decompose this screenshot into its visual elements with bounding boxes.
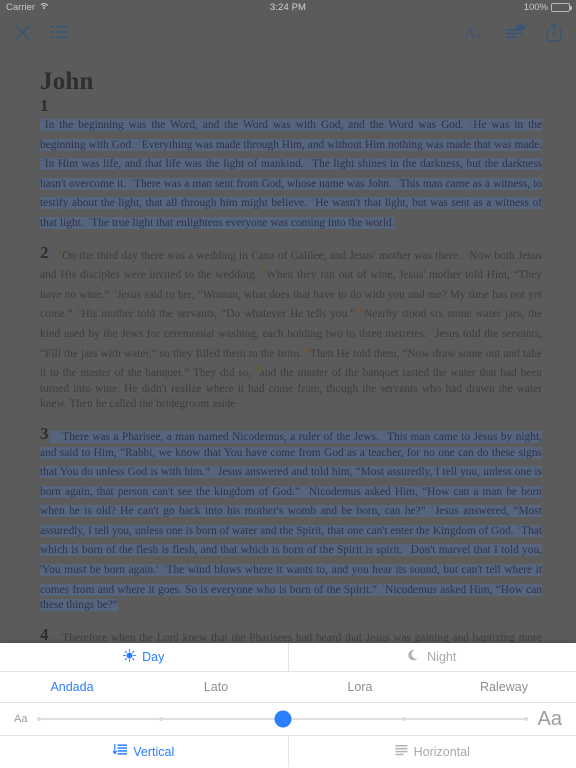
- slider-tick: [37, 717, 42, 721]
- verse-text: On the third day there was a wedding in …: [62, 249, 465, 262]
- battery-full-icon: [551, 2, 572, 12]
- verse-text: Therefore when the Lord knew that the Ph…: [62, 631, 542, 643]
- chapter-text: 1In the beginning was the Word, and the …: [40, 117, 542, 229]
- theme-row: Day Night: [0, 643, 576, 672]
- page-content: John 1 1In the beginning was the Word, an…: [0, 50, 576, 643]
- horizontal-direction-label: Horizontal: [413, 744, 470, 759]
- chapter-number: 2: [40, 242, 49, 262]
- night-theme-button[interactable]: Night: [289, 643, 576, 671]
- chapter-number: 4: [40, 624, 49, 643]
- chapter-text: 1There was a Pharisee, a man named Nicod…: [40, 429, 542, 612]
- verse-text: There was a Pharisee, a man named Nicode…: [62, 430, 383, 443]
- verse-text: In the beginning was the Word, and the W…: [44, 119, 469, 131]
- chapter-list: 1 1In the beginning was the Word, and the…: [40, 97, 542, 643]
- font-option-lato[interactable]: Lato: [144, 680, 288, 694]
- horizontal-direction-button[interactable]: Horizontal: [289, 736, 576, 767]
- reader-toolbar: A a: [0, 14, 576, 50]
- battery-percent-label: 100%: [523, 1, 548, 13]
- chapter-number: 3: [40, 423, 49, 443]
- status-bar-right: 100%: [523, 1, 572, 13]
- font-size-large-label: Aa: [537, 707, 562, 730]
- font-option-lora[interactable]: Lora: [288, 680, 432, 694]
- verse-text: There was a man sent from God, whose nam…: [134, 177, 395, 190]
- moon-icon: [408, 649, 421, 665]
- font-size-Aa-icon[interactable]: A a: [464, 24, 486, 41]
- verse-text: His mother told the servants, “Do whatev…: [81, 308, 360, 321]
- slider-tick: [158, 717, 163, 721]
- table-of-contents-icon[interactable]: [51, 25, 68, 39]
- verse-text: In Him was life, and that life was the l…: [44, 158, 308, 171]
- svg-text:A: A: [464, 25, 476, 41]
- vertical-direction-label: Vertical: [133, 744, 175, 759]
- svg-text:a: a: [476, 29, 481, 41]
- chapter-paragraph[interactable]: 4 1Therefore when the Lord knew that the …: [40, 624, 542, 643]
- slider-tick: [523, 717, 528, 721]
- night-theme-label: Night: [427, 650, 457, 664]
- chapter-paragraph[interactable]: 3 1There was a Pharisee, a man named Nico…: [40, 423, 542, 614]
- status-bar-clock: 3:24 PM: [269, 1, 307, 13]
- horizontal-page-icon: [395, 744, 408, 759]
- day-theme-label: Day: [142, 650, 165, 664]
- close-icon[interactable]: [14, 24, 31, 41]
- font-option-andada[interactable]: Andada: [0, 680, 144, 694]
- slider-thumb[interactable]: [274, 710, 291, 728]
- font-size-row: Aa Aa: [0, 703, 576, 736]
- font-size-small-label: Aa: [14, 713, 28, 725]
- chapter-text: 1On the third day there was a wedding in…: [40, 248, 542, 411]
- font-family-row: Andada Lato Lora Raleway: [0, 672, 576, 703]
- day-theme-button[interactable]: Day: [0, 643, 288, 671]
- sun-icon: [123, 649, 137, 665]
- chapter-paragraph[interactable]: 2 1On the third day there was a wedding i…: [40, 242, 542, 413]
- reader-settings-sheet: Day Night AndadaLatoLoraRaleway Aa Aa: [0, 643, 576, 768]
- chapter-paragraph[interactable]: 1 1In the beginning was the Word, and the…: [40, 97, 542, 232]
- scroll-direction-row: Vertical Horizontal: [0, 736, 576, 767]
- annotations-icon[interactable]: [506, 24, 526, 40]
- slider-tick: [402, 717, 407, 721]
- vertical-direction-button[interactable]: Vertical: [0, 736, 288, 767]
- share-icon[interactable]: [546, 22, 562, 42]
- vertical-scroll-icon: [112, 743, 128, 759]
- page-title: John: [40, 68, 94, 95]
- font-option-raleway[interactable]: Raleway: [432, 680, 576, 694]
- reader-view: Carrier 3:24 PM 100% A a John 1 1In the …: [0, 0, 576, 643]
- font-size-slider[interactable]: [37, 709, 528, 729]
- verse-text: Everything was made through Him, and wit…: [141, 138, 542, 151]
- chapter-number: 1: [40, 96, 49, 115]
- chapter-text: 1Therefore when the Lord knew that the P…: [40, 630, 542, 643]
- status-bar: Carrier 3:24 PM 100%: [0, 0, 576, 14]
- verse-text: The true light that enlightens everyone …: [91, 216, 395, 229]
